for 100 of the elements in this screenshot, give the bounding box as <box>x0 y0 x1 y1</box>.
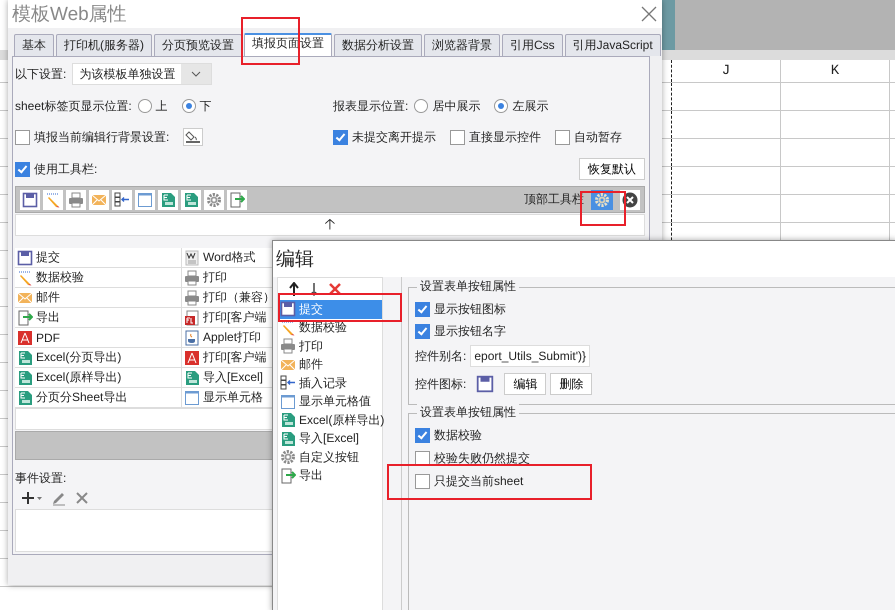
delete-icon[interactable] <box>328 282 342 296</box>
checkbox[interactable] <box>15 162 30 176</box>
list-item[interactable]: 分页分Sheet导出 <box>36 389 128 406</box>
close-icon[interactable] <box>640 5 658 23</box>
field-label: sheet标签页显示位置: <box>15 98 132 114</box>
cup-doc-icon <box>184 330 200 346</box>
gear-icon <box>280 449 296 466</box>
checkbox[interactable] <box>415 302 430 316</box>
tab[interactable]: 基本 <box>14 34 54 56</box>
pdf-icon <box>184 350 200 366</box>
field-label: 以下设置: <box>15 66 66 82</box>
up-arrow-icon: 🡡 <box>324 212 336 238</box>
word-doc-icon <box>184 250 200 266</box>
pencil-icon <box>280 320 296 336</box>
paint-bucket-icon <box>185 130 202 144</box>
list-item[interactable]: 打印 <box>299 338 323 355</box>
alias-field[interactable]: eport_Utils_Submit')} <box>470 345 590 367</box>
spreadsheet-icon <box>184 370 200 386</box>
list-item[interactable]: Word格式 <box>203 249 256 266</box>
radio-label: 居中展示 <box>432 98 480 114</box>
list-item[interactable]: 提交 <box>36 249 60 266</box>
list-item[interactable]: 数据校验 <box>36 269 84 286</box>
paint-bucket-button[interactable] <box>183 128 204 146</box>
checkbox[interactable] <box>415 324 430 338</box>
checkbox-label: 显示按钮名字 <box>434 322 506 340</box>
list-item[interactable]: 邮件 <box>299 356 323 374</box>
list-item[interactable]: 显示单元格值 <box>299 393 371 410</box>
printer-icon <box>280 338 296 354</box>
restore-default-button[interactable]: 恢复默认 <box>579 158 645 180</box>
list-item[interactable]: PDF <box>36 330 60 344</box>
checkbox-label: 只提交当前sheet <box>434 473 524 490</box>
list-item[interactable]: 打印[客户端 <box>203 309 266 326</box>
highlight-box <box>241 17 300 65</box>
checkbox[interactable] <box>333 130 348 144</box>
column-header: K <box>781 60 890 82</box>
tab[interactable]: 数据分析设置 <box>334 34 422 56</box>
export-icon <box>229 192 245 208</box>
tab[interactable]: 引用JavaScript <box>564 34 661 56</box>
radio-button[interactable] <box>138 99 152 113</box>
floppy-icon <box>476 375 494 393</box>
checkbox[interactable] <box>415 474 430 489</box>
list-item[interactable]: Excel(原样导出) <box>299 412 384 429</box>
delete-icon[interactable] <box>75 491 89 505</box>
pencil-icon[interactable] <box>51 490 67 506</box>
radio-button[interactable] <box>182 99 196 113</box>
action-button[interactable]: 编辑 <box>504 373 546 395</box>
list-item[interactable]: 打印（兼容） <box>203 289 275 306</box>
printer-icon <box>184 270 200 286</box>
tab[interactable]: 浏览器背景 <box>424 34 500 56</box>
remove-icon[interactable] <box>622 192 638 208</box>
window-icon <box>137 192 153 208</box>
floppy-icon <box>280 301 296 318</box>
list-item[interactable]: 导出 <box>36 309 60 326</box>
tab[interactable]: 分页预览设置 <box>154 34 242 56</box>
list-item[interactable]: 导出 <box>299 467 323 484</box>
list-item[interactable]: 插入记录 <box>299 374 347 392</box>
window-icon <box>280 394 296 410</box>
field-label: 控件图标: <box>415 376 466 392</box>
list-item[interactable]: 导入[Excel] <box>299 430 360 448</box>
up-arrow-icon[interactable] <box>288 282 300 296</box>
list-item[interactable]: 邮件 <box>36 289 60 306</box>
radio-button[interactable] <box>414 99 428 113</box>
down-arrow-icon[interactable] <box>310 282 318 296</box>
spreadsheet-icon <box>280 412 296 428</box>
list-item[interactable]: Excel(原样导出) <box>36 369 122 386</box>
radio-button[interactable] <box>494 99 508 113</box>
checkbox-label: 使用工具栏: <box>34 160 98 178</box>
list-item[interactable]: 自定义按钮 <box>299 448 359 466</box>
printer-icon <box>68 192 84 208</box>
list-item[interactable]: Excel(分页导出) <box>36 349 122 366</box>
export-icon <box>280 468 296 484</box>
action-button[interactable]: 删除 <box>550 373 592 395</box>
spreadsheet-icon <box>160 192 176 208</box>
checkbox-label: 直接显示控件 <box>469 128 541 146</box>
radio-label: 下 <box>200 98 212 114</box>
checkbox[interactable] <box>450 130 465 144</box>
field-label: 报表显示位置: <box>333 98 408 114</box>
floppy-icon <box>22 192 38 208</box>
dropdown[interactable]: 为该模板单独设置 <box>72 63 212 85</box>
window-title: 编辑 <box>275 248 315 272</box>
tab[interactable]: 引用Css <box>502 34 563 56</box>
list-item[interactable]: 显示单元格 <box>203 389 263 406</box>
add-dropdown-icon[interactable] <box>21 491 43 505</box>
tab[interactable]: 打印机(服务器) <box>56 34 152 56</box>
list-item[interactable]: 导入[Excel] <box>203 369 264 386</box>
checkbox[interactable] <box>555 130 570 144</box>
gear-icon <box>206 192 222 208</box>
list-item[interactable]: 打印[客户端 <box>203 349 266 366</box>
list-item[interactable]: Applet打印 <box>203 329 262 346</box>
column-header: J <box>672 60 781 82</box>
pencil-icon <box>17 270 33 286</box>
settings-button[interactable] <box>591 190 613 210</box>
list-item[interactable]: 数据校验 <box>299 319 347 336</box>
checkbox[interactable] <box>15 130 30 144</box>
checkbox[interactable] <box>415 428 430 443</box>
printer-icon <box>184 290 200 306</box>
spreadsheet-icon <box>280 430 296 447</box>
checkbox-label: 数据校验 <box>434 427 482 444</box>
list-item[interactable]: 打印 <box>203 269 227 286</box>
window-icon <box>184 390 200 406</box>
